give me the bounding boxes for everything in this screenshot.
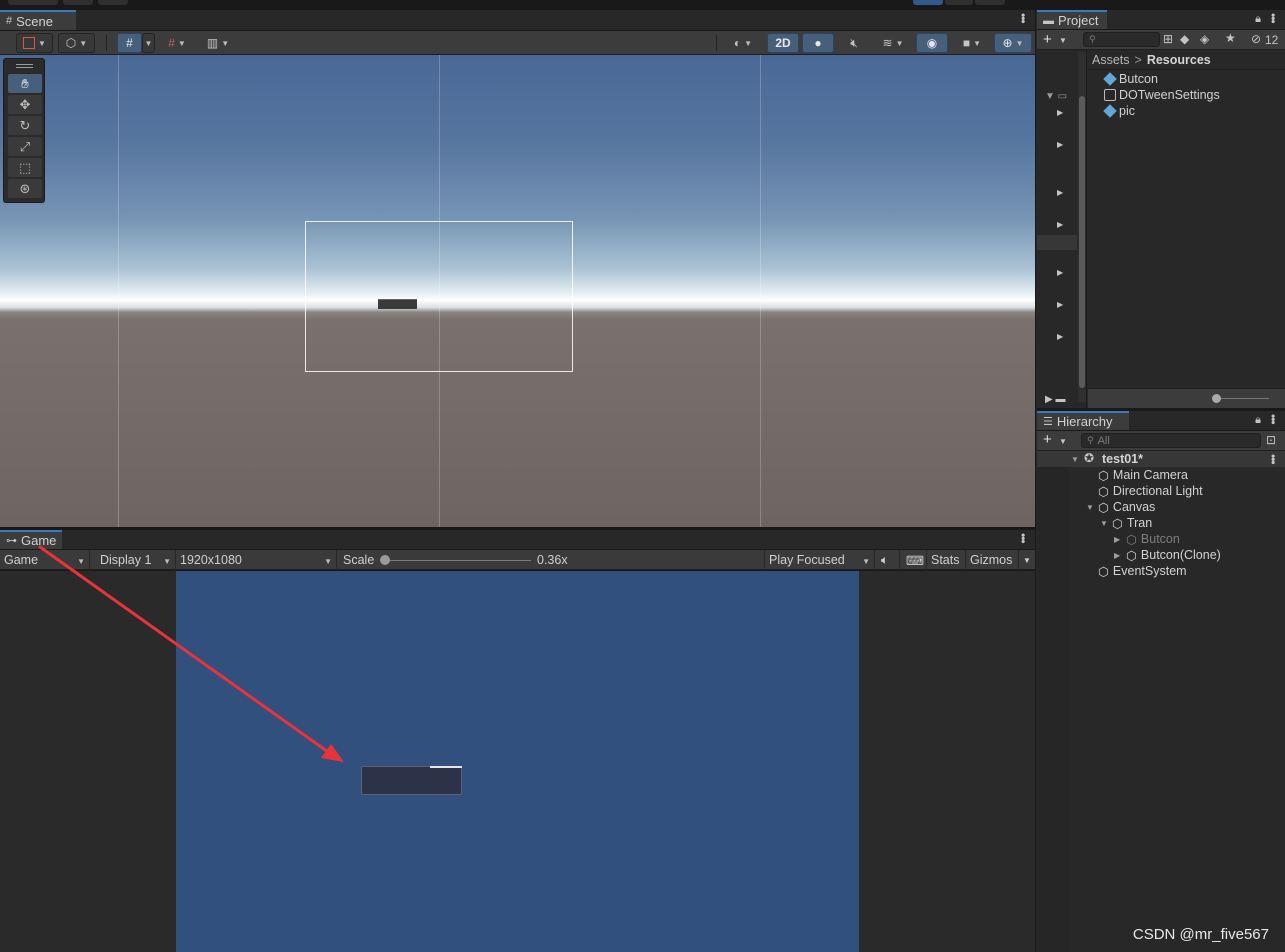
project-menu-icon[interactable]: ••• <box>1266 13 1280 23</box>
gameobject-icon: ⬡ <box>1098 500 1109 515</box>
asset-item[interactable]: DOTweenSettings <box>1104 87 1220 103</box>
project-folder-tree[interactable]: ▼ ▭ ▶ ▶ ▶ ▶ ▶ ▶ ▶ ▶ ▬ <box>1037 50 1087 408</box>
breadcrumb-assets[interactable]: Assets <box>1092 53 1130 67</box>
hidden-count: 12 <box>1265 33 1279 47</box>
gameobject-icon: ⬡ <box>1098 468 1109 483</box>
folder-icon: ▬ <box>1043 14 1054 27</box>
scriptable-object-icon <box>1104 89 1116 101</box>
search-by-type-icon[interactable]: ⊞ <box>1163 32 1173 46</box>
tree-scrollbar[interactable] <box>1078 52 1086 402</box>
project-tab-bar: ▬ Project 🔒︎ ••• <box>1037 10 1285 30</box>
hierarchy-item[interactable]: ⬡ Main Camera <box>1098 467 1188 483</box>
star-icon[interactable]: ★ <box>1225 31 1236 45</box>
project-toolbar: + ▼ ⚲ ⊞ ◆ ◈ ★ ⊘ 12 <box>1037 30 1285 50</box>
lock-icon[interactable]: 🔒︎ <box>1255 414 1261 427</box>
scene-row-menu-icon[interactable]: ••• <box>1266 454 1280 464</box>
hierarchy-item[interactable]: ⬡ Directional Light <box>1098 483 1203 499</box>
hierarchy-item[interactable]: ⬡ EventSystem <box>1098 563 1187 579</box>
hierarchy-item-label: Directional Light <box>1112 484 1203 498</box>
folder-icon: ▶ ▬ <box>1045 394 1066 405</box>
hierarchy-item-label: Tran <box>1126 516 1153 530</box>
hierarchy-menu-icon[interactable]: ••• <box>1266 414 1280 424</box>
chevron-right-icon: ▶ <box>1057 220 1064 229</box>
hierarchy-item[interactable]: ▼ ⬡ Canvas <box>1086 499 1155 515</box>
search-icon: ⚲ <box>1089 34 1096 44</box>
gameobject-icon: ⬡ <box>1098 564 1109 579</box>
project-search-input[interactable]: ⚲ <box>1083 32 1160 47</box>
asset-name: Butcon <box>1119 72 1158 86</box>
chevron-right-icon[interactable]: ▶ <box>1114 551 1126 560</box>
asset-item[interactable]: Butcon <box>1103 71 1158 87</box>
breadcrumb-divider <box>1088 69 1285 70</box>
icon-size-slider-track[interactable] <box>1213 398 1269 399</box>
breadcrumb-separator: > <box>1134 53 1142 67</box>
chevron-down-icon[interactable]: ▼ <box>1059 437 1067 446</box>
breadcrumb-resources[interactable]: Resources <box>1147 53 1211 67</box>
search-by-label-icon[interactable]: ◆ <box>1180 32 1189 46</box>
asset-item[interactable]: pic <box>1103 103 1135 119</box>
unity-scene-icon: ✪ <box>1084 451 1095 465</box>
hierarchy-item[interactable]: ▶ ⬡ Butcon <box>1114 531 1180 547</box>
list-icon: ☰ <box>1043 416 1053 428</box>
lock-icon[interactable]: 🔒︎ <box>1255 13 1261 26</box>
chevron-down-icon[interactable]: ▼ <box>1086 503 1098 512</box>
icon-size-slider-handle[interactable] <box>1212 394 1221 403</box>
chevron-right-icon: ▶ <box>1057 188 1064 197</box>
chevron-right-icon: ▶ <box>1057 332 1064 341</box>
tab-project[interactable]: ▬ Project <box>1037 10 1107 29</box>
chevron-right-icon: ▶ <box>1057 108 1064 117</box>
add-icon[interactable]: + <box>1043 31 1052 48</box>
tag-icon[interactable]: ◈ <box>1200 32 1209 46</box>
gameobject-icon: ⬡ <box>1098 484 1109 499</box>
chevron-right-icon: ▶ <box>1057 300 1064 309</box>
search-placeholder: All <box>1097 434 1110 447</box>
prefab-icon <box>1103 72 1117 86</box>
project-asset-list: Assets > Resources Butcon DOTweenSetting… <box>1088 50 1285 408</box>
project-footer <box>1088 388 1285 408</box>
folder-open-icon: ▼ ▭ <box>1045 91 1068 102</box>
hierarchy-item-label: EventSystem <box>1112 564 1187 578</box>
prefab-icon: ⬡ <box>1126 532 1137 547</box>
search-icon: ⚲ <box>1087 435 1094 445</box>
scene-search-icon[interactable]: ⊡ <box>1266 433 1276 447</box>
hierarchy-item[interactable]: ▶ ⬡ Butcon(Clone) <box>1114 547 1221 563</box>
chevron-down-icon[interactable]: ▼ <box>1071 455 1083 464</box>
hierarchy-search-input[interactable]: ⚲ All <box>1081 433 1261 448</box>
prefab-icon <box>1103 104 1117 118</box>
hierarchy-item[interactable]: ▼ ⬡ Tran <box>1100 515 1152 531</box>
tab-project-label: Project <box>1058 13 1099 28</box>
chevron-right-icon: ▶ <box>1057 268 1064 277</box>
breadcrumb: Assets > Resources <box>1092 52 1211 68</box>
chevron-down-icon[interactable]: ▼ <box>1100 519 1112 528</box>
hierarchy-toolbar: + ▼ ⚲ All ⊡ <box>1037 431 1285 451</box>
hierarchy-tab-bar: ☰ Hierarchy 🔒︎ ••• <box>1037 411 1285 431</box>
hierarchy-item-label: Butcon <box>1140 532 1180 546</box>
chevron-right-icon: ▶ <box>1057 140 1064 149</box>
hierarchy-item-label: Butcon(Clone) <box>1140 548 1221 562</box>
scene-header-row[interactable]: ▼ ✪ test01* ••• <box>1037 451 1285 467</box>
chevron-right-icon[interactable]: ▶ <box>1114 535 1126 544</box>
hierarchy-item-label: Canvas <box>1112 500 1156 514</box>
hierarchy-gutter <box>1037 451 1069 952</box>
watermark: CSDN @mr_five567 <box>1132 926 1269 943</box>
tab-hierarchy-label: Hierarchy <box>1056 414 1113 429</box>
scene-name: test01* <box>1102 452 1143 466</box>
selected-folder-row[interactable] <box>1037 235 1077 250</box>
hierarchy-item-label: Main Camera <box>1112 468 1188 482</box>
hidden-packages-icon[interactable]: ⊘ <box>1251 32 1261 46</box>
add-icon[interactable]: + <box>1043 431 1052 448</box>
asset-name: DOTweenSettings <box>1119 88 1220 102</box>
asset-name: pic <box>1119 104 1135 118</box>
tree-scrollbar-thumb[interactable] <box>1079 96 1085 388</box>
gameobject-icon: ⬡ <box>1112 516 1123 531</box>
tab-hierarchy[interactable]: ☰ Hierarchy <box>1037 411 1129 430</box>
prefab-icon: ⬡ <box>1126 548 1137 563</box>
chevron-down-icon[interactable]: ▼ <box>1059 36 1067 45</box>
